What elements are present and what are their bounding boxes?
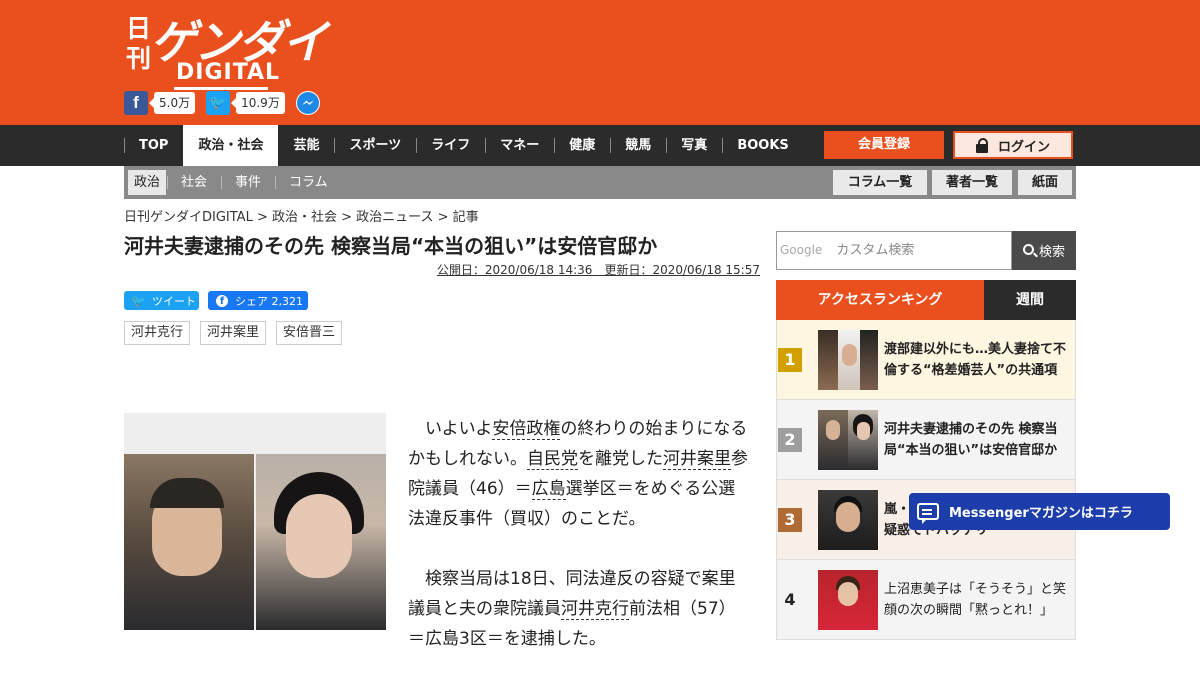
facebook-count: 5.0万 — [148, 92, 196, 114]
nav-top[interactable]: TOP — [124, 125, 183, 166]
rank-badge: 3 — [778, 508, 802, 532]
site-header: 日刊 ゲンダイ DIGITAL f 5.0万 🐦 10.9万 — [0, 0, 1200, 125]
login-button[interactable]: ログイン — [953, 131, 1073, 159]
article-title: 河井夫妻逮捕のその先 検察当局“本当の狙い”は安倍官邸か — [124, 234, 658, 258]
nav-sports[interactable]: スポーツ — [334, 125, 416, 166]
rank-thumbnail — [818, 570, 878, 630]
keyword-link[interactable]: 安倍政権 — [492, 419, 561, 440]
search-button[interactable]: 検索 — [1012, 231, 1076, 270]
facebook-icon[interactable]: f — [124, 91, 148, 115]
rank-badge: 2 — [778, 428, 802, 452]
paper-button[interactable]: 紙面 — [1018, 170, 1072, 195]
login-label: ログイン — [997, 139, 1050, 155]
search-button-label: 検索 — [1038, 245, 1065, 260]
ranking-item[interactable]: 1 渡部建以外にも…美人妻捨て不倫する“格差婚芸人”の共通項 — [777, 320, 1075, 400]
twitter-icon[interactable]: 🐦 — [206, 91, 231, 115]
logo-digital: DIGITAL — [176, 60, 281, 85]
register-button[interactable]: 会員登録 — [824, 131, 944, 159]
article-dates: 公開日：2020/06/18 14:36 更新日：2020/06/18 15:5… — [437, 261, 760, 278]
facebook-share-button[interactable]: f シェア 2,321 — [208, 291, 308, 310]
subnav-society[interactable]: 社会 — [167, 170, 221, 195]
google-brand: Google — [780, 243, 823, 257]
nav-money[interactable]: マネー — [485, 125, 554, 166]
rank-badge: 1 — [778, 348, 802, 372]
site-search: Google カスタム検索 検索 — [776, 231, 1076, 270]
messenger-icon[interactable] — [295, 91, 320, 115]
tweet-label: ツイート — [151, 294, 196, 308]
tag-kawai-katsuyuki[interactable]: 河井克行 — [124, 321, 191, 345]
share-label: シェア 2,321 — [235, 294, 303, 308]
rank-badge: 4 — [778, 588, 802, 612]
lock-icon — [975, 137, 988, 153]
updated-date: 更新日：2020/06/18 15:57 — [604, 263, 760, 277]
photo-right-woman — [256, 454, 386, 630]
keyword-link[interactable]: 自民党 — [527, 449, 578, 470]
rank-title: 渡部建以外にも…美人妻捨て不倫する“格差婚芸人”の共通項 — [884, 342, 1067, 378]
nav-books[interactable]: BOOKS — [722, 125, 803, 166]
ranking-list: 1 渡部建以外にも…美人妻捨て不倫する“格差婚芸人”の共通項 2 河井夫妻逮捕の… — [776, 320, 1076, 640]
ranking-tabs: アクセスランキング 週間 — [776, 280, 1076, 320]
search-input[interactable]: Google カスタム検索 — [776, 231, 1012, 270]
article-paragraph-1: いよいよ安倍政権の終わりの始まりになるかもしれない。自民党を離党した河井案里参院… — [408, 419, 748, 529]
subnav-column[interactable]: コラム — [275, 170, 342, 195]
nav-keiba[interactable]: 競馬 — [610, 125, 666, 166]
tab-access-ranking[interactable]: アクセスランキング — [776, 280, 984, 320]
tag-abe-shinzo[interactable]: 安倍晋三 — [276, 321, 343, 345]
subnav-incidents[interactable]: 事件 — [221, 170, 275, 195]
rank-thumbnail — [818, 490, 878, 550]
rank-title: 上沼恵美子は「そうそう」と笑顔の次の瞬間「黙っとれ！」 — [884, 582, 1067, 618]
nav-politics-society[interactable]: 政治・社会 — [183, 125, 279, 166]
keyword-link[interactable]: 広島 — [531, 479, 566, 500]
ranking-item[interactable]: 2 河井夫妻逮捕のその先 検察当局“本当の狙い”は安倍官邸か — [777, 400, 1075, 480]
rank-thumbnail — [818, 410, 878, 470]
logo-nikkan: 日刊 — [126, 14, 152, 73]
messenger-magazine-button[interactable]: Messengerマガジンはコチラ — [909, 493, 1170, 530]
published-date: 公開日：2020/06/18 14:36 — [436, 263, 593, 277]
rank-title: 河井夫妻逮捕のその先 検察当局“本当の狙い”は安倍官邸か — [884, 422, 1058, 458]
subnav-politics[interactable]: 政治 — [128, 170, 167, 195]
rank-thumbnail — [818, 330, 878, 390]
keyword-link[interactable]: 河井案里 — [663, 449, 731, 470]
photo-left-man — [124, 454, 254, 630]
nav-life[interactable]: ライフ — [416, 125, 485, 166]
twitter-count: 10.9万 — [231, 92, 285, 114]
tweet-button[interactable]: 🐦 ツイート — [124, 291, 199, 310]
breadcrumb[interactable]: 日刊ゲンダイDIGITAL > 政治・社会 > 政治ニュース > 記事 — [124, 206, 479, 225]
twitter-bird-icon: 🐦 — [131, 293, 146, 308]
social-follow-row: f 5.0万 🐦 10.9万 — [124, 91, 320, 115]
logo-underline — [174, 87, 268, 90]
nav-photo[interactable]: 写真 — [666, 125, 722, 166]
main-nav-items: TOP 政治・社会 芸能 スポーツ ライフ マネー 健康 競馬 写真 BOOKS — [124, 125, 804, 166]
tab-weekly[interactable]: 週間 — [984, 280, 1076, 320]
article-paragraph-2: 検察当局は18日、同法違反の容疑で案里議員と夫の衆院議員河井克行前法相（57）＝… — [408, 569, 736, 649]
article-tags: 河井克行 河井案里 安倍晋三 — [124, 321, 352, 345]
facebook-icon: f — [216, 294, 228, 307]
article-photo — [124, 413, 386, 630]
nav-entertainment[interactable]: 芸能 — [278, 125, 334, 166]
author-list-button[interactable]: 著者一覧 — [932, 170, 1012, 195]
sub-nav-items: 政治 社会 事件 コラム — [128, 170, 342, 195]
main-nav: TOP 政治・社会 芸能 スポーツ ライフ マネー 健康 競馬 写真 BOOKS… — [0, 125, 1200, 166]
column-list-button[interactable]: コラム一覧 — [833, 170, 927, 195]
article-body: いよいよ安倍政権の終わりの始まりになるかもしれない。自民党を離党した河井案里参院… — [408, 414, 750, 684]
keyword-link[interactable]: 河井克行 — [561, 599, 629, 620]
search-icon — [1022, 244, 1034, 255]
sub-nav: 政治 社会 事件 コラム コラム一覧 著者一覧 紙面 — [124, 166, 1076, 199]
messenger-label: Messengerマガジンはコチラ — [949, 506, 1133, 521]
nav-health[interactable]: 健康 — [554, 125, 610, 166]
tag-kawai-anri[interactable]: 河井案里 — [200, 321, 267, 345]
search-placeholder: カスタム検索 — [836, 243, 915, 258]
chat-bubble-icon — [917, 503, 939, 524]
ranking-item[interactable]: 4 上沼恵美子は「そうそう」と笑顔の次の瞬間「黙っとれ！」 — [777, 560, 1075, 640]
